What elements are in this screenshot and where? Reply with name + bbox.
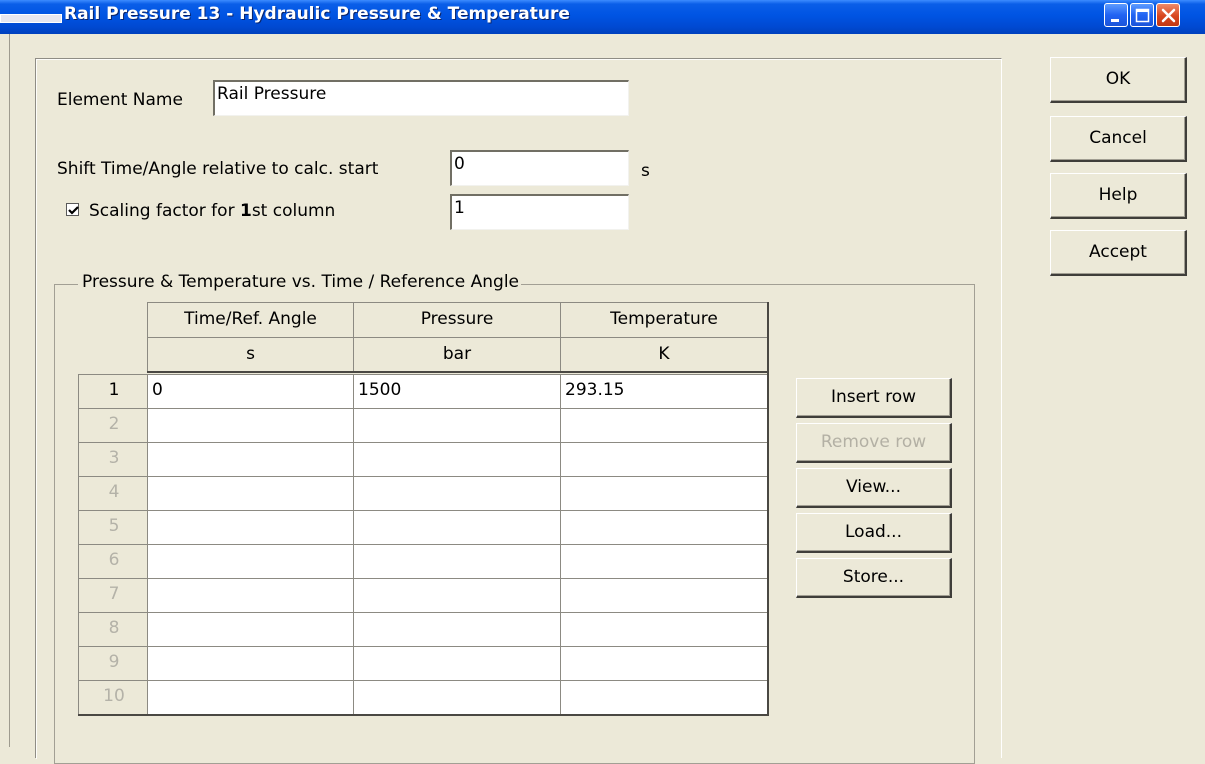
table-cell-temperature[interactable] (560, 680, 767, 714)
scaling-label-pre: Scaling factor for (89, 201, 240, 221)
minimize-button[interactable] (1104, 3, 1128, 27)
column-header-time[interactable]: Time/Ref. Angle (147, 302, 353, 337)
row-number[interactable]: 10 (78, 680, 149, 714)
table-cell-time[interactable] (147, 578, 353, 612)
table-cell-time[interactable] (147, 408, 353, 442)
row-number[interactable]: 4 (78, 476, 149, 510)
insert-row-button[interactable]: Insert row (796, 378, 952, 418)
scaling-label-post: st column (251, 201, 336, 221)
element-name-input[interactable]: Rail Pressure (213, 80, 629, 116)
header-bottom-edge (147, 371, 769, 373)
checkmark-icon (68, 206, 79, 215)
row-number[interactable]: 8 (78, 612, 149, 646)
scaling-label-bold: 1 (239, 201, 252, 221)
unit-header-pressure: bar (353, 337, 560, 372)
table-cell-temperature[interactable] (560, 442, 767, 476)
row-number[interactable]: 7 (78, 578, 149, 612)
table-cell-pressure[interactable] (353, 442, 560, 476)
store-button[interactable]: Store... (796, 558, 952, 598)
group-title: Pressure & Temperature vs. Time / Refere… (78, 272, 521, 292)
table-cell-temperature[interactable] (560, 578, 767, 612)
table-cell-time[interactable] (147, 646, 353, 680)
table-cell-pressure[interactable] (353, 578, 560, 612)
shift-time-unit: s (641, 161, 650, 181)
table-cell-time[interactable] (147, 680, 353, 714)
row-number[interactable]: 9 (78, 646, 149, 680)
element-name-label: Element Name (57, 90, 183, 110)
scaling-factor-label: Scaling factor for 1st column (89, 201, 335, 221)
close-button[interactable] (1156, 3, 1180, 27)
minimize-icon (1111, 19, 1119, 22)
table-cell-time[interactable] (147, 544, 353, 578)
table-cell-pressure[interactable] (353, 612, 560, 646)
table-cell-pressure[interactable] (353, 680, 560, 714)
table-cell-temperature[interactable] (560, 408, 767, 442)
column-header-pressure[interactable]: Pressure (353, 302, 560, 337)
load-button[interactable]: Load... (796, 513, 952, 553)
body-right-edge (767, 374, 769, 716)
accept-button[interactable]: Accept (1050, 230, 1187, 276)
scaling-factor-checkbox[interactable] (66, 203, 79, 216)
header-right-edge (767, 302, 769, 374)
help-button[interactable]: Help (1050, 173, 1187, 219)
table-cell-temperature[interactable] (560, 646, 767, 680)
scaling-factor-input[interactable]: 1 (450, 194, 629, 230)
table-cell-temperature[interactable] (560, 612, 767, 646)
close-icon (1161, 8, 1176, 23)
table-cell-time[interactable] (147, 442, 353, 476)
table-cell-temperature[interactable]: 293.15 (560, 374, 767, 408)
window-left-edge (9, 34, 10, 747)
row-number[interactable]: 1 (78, 374, 149, 408)
unit-header-temperature: K (560, 337, 767, 372)
shift-time-label: Shift Time/Angle relative to calc. start (57, 159, 379, 179)
table-cell-pressure[interactable] (353, 476, 560, 510)
window-title: Rail Pressure 13 - Hydraulic Pressure & … (64, 4, 570, 24)
remove-row-button[interactable]: Remove row (796, 423, 952, 463)
table-cell-pressure[interactable] (353, 646, 560, 680)
table-cell-temperature[interactable] (560, 476, 767, 510)
window-icon (0, 14, 62, 23)
cancel-button[interactable]: Cancel (1050, 116, 1187, 162)
table-cell-pressure[interactable] (353, 510, 560, 544)
table-cell-pressure[interactable]: 1500 (353, 374, 560, 408)
unit-header-time: s (147, 337, 353, 372)
row-number[interactable]: 5 (78, 510, 149, 544)
maximize-icon (1135, 8, 1150, 23)
table-cell-time[interactable]: 0 (147, 374, 353, 408)
row-number[interactable]: 3 (78, 442, 149, 476)
table-cell-time[interactable] (147, 476, 353, 510)
table-cell-time[interactable] (147, 612, 353, 646)
title-bar[interactable]: Rail Pressure 13 - Hydraulic Pressure & … (0, 0, 1205, 34)
table-cell-temperature[interactable] (560, 510, 767, 544)
maximize-button[interactable] (1130, 3, 1154, 27)
row-number[interactable]: 2 (78, 408, 149, 442)
table-cell-temperature[interactable] (560, 544, 767, 578)
body-bottom-edge (78, 714, 769, 716)
table-cell-time[interactable] (147, 510, 353, 544)
table-cell-pressure[interactable] (353, 408, 560, 442)
column-header-temperature[interactable]: Temperature (560, 302, 767, 337)
view-button[interactable]: View... (796, 468, 952, 508)
table-cell-pressure[interactable] (353, 544, 560, 578)
shift-time-input[interactable]: 0 (450, 150, 629, 186)
ok-button[interactable]: OK (1050, 57, 1187, 103)
row-number[interactable]: 6 (78, 544, 149, 578)
